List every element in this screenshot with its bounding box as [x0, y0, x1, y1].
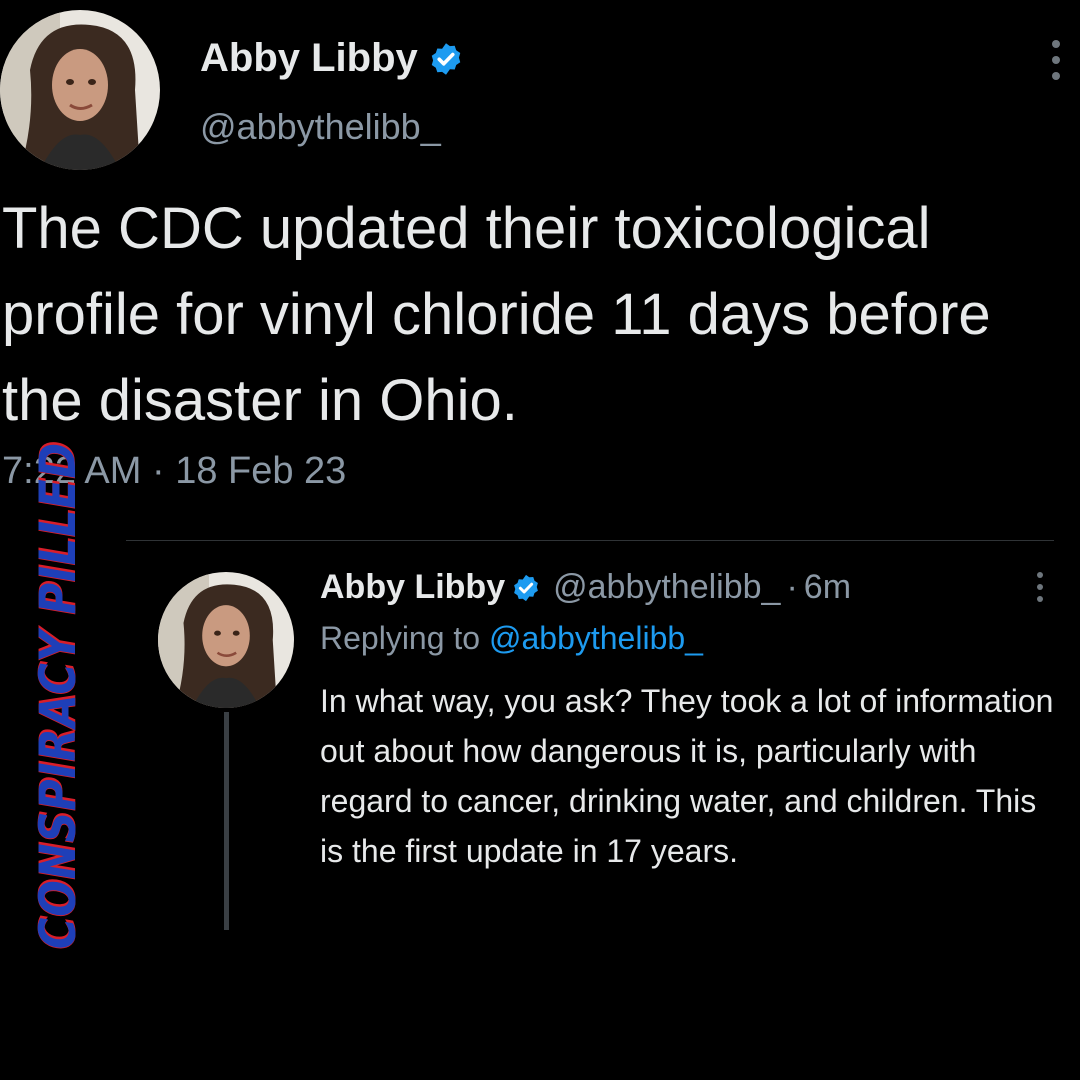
reply-text: In what way, you ask? They took a lot of… — [320, 683, 1054, 869]
reply-age[interactable]: 6m — [804, 568, 851, 607]
tweet-text: The CDC updated their toxicological prof… — [2, 196, 991, 433]
more-options-icon[interactable] — [1034, 572, 1046, 602]
thread-connector-line — [224, 712, 229, 930]
reply-author-name[interactable]: Abby Libby — [320, 568, 505, 607]
author-display-name[interactable]: Abby Libby — [200, 36, 418, 81]
watermark-text: CONSPIRACY PILLED — [29, 441, 87, 950]
author-avatar[interactable] — [0, 10, 160, 170]
replying-to-line: Replying to @abbythelibb_ — [320, 620, 703, 657]
more-options-icon[interactable] — [1048, 40, 1064, 80]
replying-to-prefix: Replying to — [320, 620, 481, 656]
verified-badge-icon — [428, 41, 464, 77]
author-name[interactable]: Abby Libby — [200, 36, 464, 81]
reply-author-avatar[interactable] — [158, 572, 294, 708]
separator-dot: · — [786, 568, 798, 606]
reply-author-handle[interactable]: @abbythelibb_ — [553, 568, 780, 607]
verified-badge-icon — [511, 573, 541, 603]
replying-to-mention[interactable]: @abbythelibb_ — [489, 620, 703, 656]
reply-header: Abby Libby @abbythelibb_ · 6m — [320, 568, 851, 607]
divider — [126, 540, 1054, 541]
author-handle[interactable]: @abbythelibb_ — [200, 106, 441, 148]
